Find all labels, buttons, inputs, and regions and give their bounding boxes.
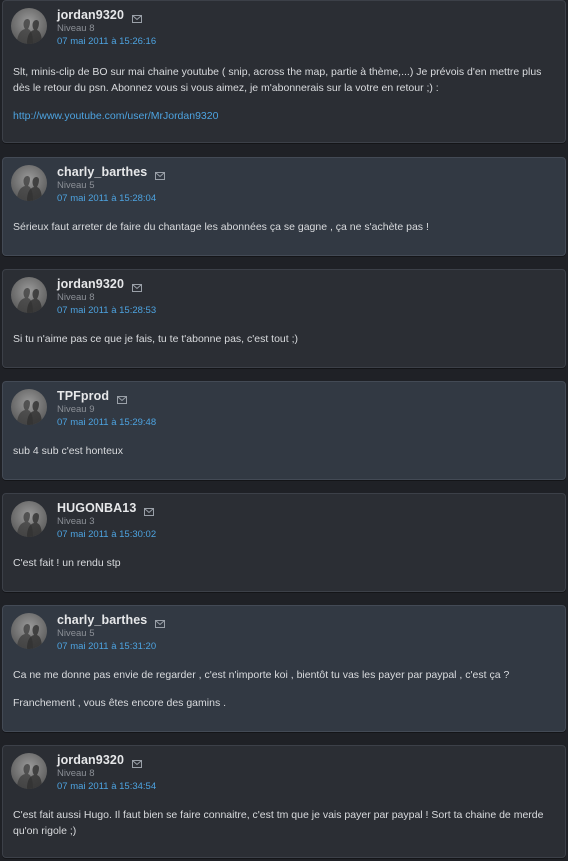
username[interactable]: charly_barthes	[57, 166, 147, 179]
username[interactable]: TPFprod	[57, 390, 109, 403]
post-text: Slt, minis-clip de BO sur mai chaine you…	[13, 66, 542, 94]
post-meta: TPFprod Niveau 9 07 mai 2011 à 15:29:48	[57, 389, 156, 427]
username[interactable]: charly_barthes	[57, 614, 147, 627]
mail-icon[interactable]	[155, 168, 166, 180]
forum-post: jordan9320 Niveau 8 07 mai 2011 à 15:28:…	[2, 269, 566, 368]
username[interactable]: jordan9320	[57, 278, 124, 291]
avatar[interactable]	[11, 389, 47, 425]
forum-post: charly_barthes Niveau 5 07 mai 2011 à 15…	[2, 605, 566, 732]
avatar[interactable]	[11, 613, 47, 649]
post-text: Sérieux faut arreter de faire du chantag…	[13, 221, 429, 233]
forum-post: jordan9320 Niveau 8 07 mai 2011 à 15:26:…	[2, 0, 566, 143]
avatar[interactable]	[11, 165, 47, 201]
forum-post: jordan9320 Niveau 8 07 mai 2011 à 15:34:…	[2, 745, 566, 858]
post-text: C'est fait aussi Hugo. Il faut bien se f…	[13, 809, 544, 837]
mail-icon[interactable]	[132, 756, 143, 768]
post-text: Ca ne me donne pas envie de regarder , c…	[13, 669, 510, 681]
forum-thread: jordan9320 Niveau 8 07 mai 2011 à 15:26:…	[0, 0, 568, 861]
forum-post: HUGONBA13 Niveau 3 07 mai 2011 à 15:30:0…	[2, 493, 566, 592]
post-text: Si tu n'aime pas ce que je fais, tu te t…	[13, 333, 299, 345]
post-date-link[interactable]: 07 mai 2011 à 15:34:54	[57, 781, 156, 792]
post-meta: charly_barthes Niveau 5 07 mai 2011 à 15…	[57, 613, 166, 652]
post-header: HUGONBA13 Niveau 3 07 mai 2011 à 15:30:0…	[11, 501, 156, 541]
post-body: Slt, minis-clip de BO sur mai chaine you…	[13, 64, 553, 124]
post-body: C'est fait aussi Hugo. Il faut bien se f…	[13, 807, 553, 839]
post-date-link[interactable]: 07 mai 2011 à 15:28:53	[57, 305, 156, 316]
user-level: Niveau 5	[57, 180, 95, 191]
post-meta: HUGONBA13 Niveau 3 07 mai 2011 à 15:30:0…	[57, 501, 156, 539]
post-meta: jordan9320 Niveau 8 07 mai 2011 à 15:34:…	[57, 753, 156, 791]
post-text: Franchement , vous êtes encore des gamin…	[13, 697, 227, 709]
mail-icon[interactable]	[155, 616, 166, 628]
post-text: C'est fait ! un rendu stp	[13, 557, 121, 569]
username[interactable]: jordan9320	[57, 9, 124, 22]
forum-post: TPFprod Niveau 9 07 mai 2011 à 15:29:48 …	[2, 381, 566, 480]
post-date-link[interactable]: 07 mai 2011 à 15:30:02	[57, 529, 156, 540]
post-meta: jordan9320 Niveau 8 07 mai 2011 à 15:28:…	[57, 277, 156, 315]
post-date-link[interactable]: 07 mai 2011 à 15:29:48	[57, 417, 156, 428]
post-date-link[interactable]: 07 mai 2011 à 15:28:04	[57, 193, 165, 204]
user-level: Niveau 3	[57, 516, 95, 527]
post-body: Ca ne me donne pas envie de regarder , c…	[13, 667, 553, 711]
username[interactable]: HUGONBA13	[57, 502, 136, 515]
mail-icon[interactable]	[117, 392, 128, 404]
post-body: C'est fait ! un rendu stp	[13, 555, 553, 571]
user-level: Niveau 9	[57, 404, 95, 415]
post-header: jordan9320 Niveau 8 07 mai 2011 à 15:28:…	[11, 277, 156, 317]
post-body: sub 4 sub c'est honteux	[13, 443, 553, 459]
avatar[interactable]	[11, 501, 47, 537]
mail-icon[interactable]	[144, 504, 155, 516]
user-level: Niveau 8	[57, 23, 95, 34]
mail-icon[interactable]	[132, 280, 143, 292]
post-text: sub 4 sub c'est honteux	[13, 445, 123, 457]
post-header: charly_barthes Niveau 5 07 mai 2011 à 15…	[11, 165, 166, 205]
post-header: jordan9320 Niveau 8 07 mai 2011 à 15:34:…	[11, 753, 156, 793]
post-header: charly_barthes Niveau 5 07 mai 2011 à 15…	[11, 613, 166, 653]
username[interactable]: jordan9320	[57, 754, 124, 767]
avatar[interactable]	[11, 753, 47, 789]
post-body: Si tu n'aime pas ce que je fais, tu te t…	[13, 331, 553, 347]
user-level: Niveau 8	[57, 768, 95, 779]
post-meta: jordan9320 Niveau 8 07 mai 2011 à 15:26:…	[57, 8, 156, 46]
avatar[interactable]	[11, 8, 47, 44]
post-header: jordan9320 Niveau 8 07 mai 2011 à 15:26:…	[11, 8, 156, 48]
post-header: TPFprod Niveau 9 07 mai 2011 à 15:29:48	[11, 389, 156, 429]
user-level: Niveau 8	[57, 292, 95, 303]
user-level: Niveau 5	[57, 628, 95, 639]
forum-post: charly_barthes Niveau 5 07 mai 2011 à 15…	[2, 157, 566, 256]
post-date-link[interactable]: 07 mai 2011 à 15:31:20	[57, 641, 165, 652]
avatar[interactable]	[11, 277, 47, 313]
post-meta: charly_barthes Niveau 5 07 mai 2011 à 15…	[57, 165, 166, 204]
post-date-link[interactable]: 07 mai 2011 à 15:26:16	[57, 36, 156, 47]
mail-icon[interactable]	[132, 11, 143, 23]
youtube-link[interactable]: http://www.youtube.com/user/MrJordan9320	[13, 110, 218, 122]
post-body: Sérieux faut arreter de faire du chantag…	[13, 219, 553, 235]
